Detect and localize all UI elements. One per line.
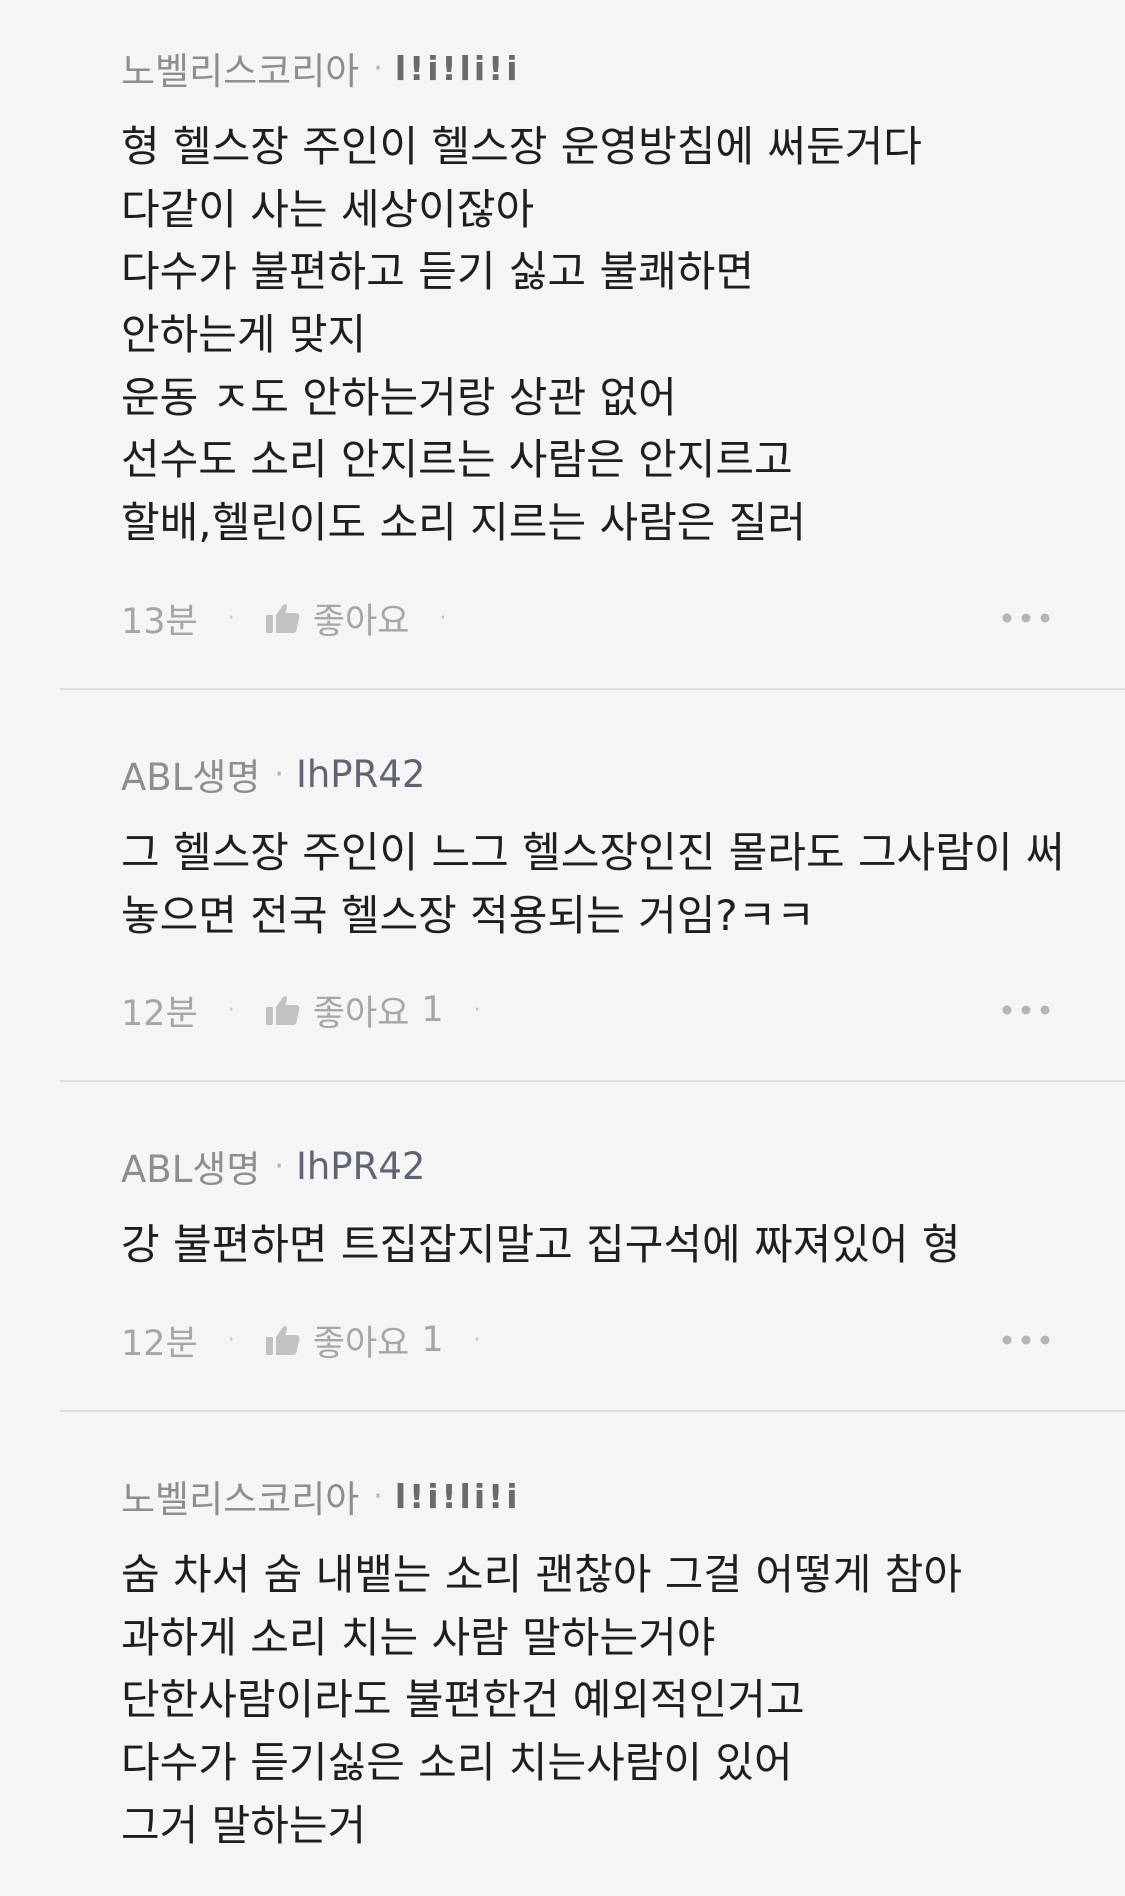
like-count: 1 bbox=[421, 990, 444, 1030]
like-button[interactable]: 좋아요 1 bbox=[265, 1315, 444, 1366]
comment-meta: 노벨리스코리아 · l!i!li!i bbox=[121, 1466, 521, 1526]
action-separator: · bbox=[473, 997, 481, 1023]
action-separator: · bbox=[227, 605, 235, 631]
like-button[interactable]: 좋아요 bbox=[265, 593, 410, 644]
comment-text-line: 그 헬스장 주인이 느그 헬스장인진 몰라도 그사람이 써 bbox=[121, 828, 1065, 877]
comment-body: 그 헬스장 주인이 느그 헬스장인진 몰라도 그사람이 써 놓으면 전국 헬스장… bbox=[121, 822, 1071, 947]
more-dots-icon bbox=[1002, 1005, 1050, 1015]
comment-author[interactable]: 노벨리스코리아 bbox=[121, 41, 359, 95]
comment-body: 숨 차서 숨 내뱉는 소리 괜찮아 그걸 어떻게 참아 과하게 소리 치는 사람… bbox=[121, 1544, 1071, 1857]
comment-text-line: 그거 말하는거 bbox=[121, 1800, 367, 1850]
like-button[interactable]: 좋아요 1 bbox=[265, 985, 444, 1036]
comment-text-line: 과하게 소리 치는 사람 말하는거야 bbox=[121, 1612, 716, 1662]
comment-timestamp: 12분 bbox=[121, 1323, 198, 1364]
more-dots-icon bbox=[1002, 1335, 1050, 1345]
action-separator: · bbox=[439, 605, 447, 631]
more-dots-icon bbox=[1002, 613, 1050, 623]
comment-actions: 12분 · 좋아요 1 · bbox=[121, 982, 1051, 1038]
comment-text-line: 단한사람이라도 불편한건 예외적인거고 bbox=[121, 1675, 805, 1725]
action-separator: · bbox=[473, 1327, 481, 1353]
comment-body: 형 헬스장 주인이 헬스장 운영방침에 써둔거다 다같이 사는 세상이잖아 다수… bbox=[121, 116, 1071, 555]
thumbs-up-icon bbox=[265, 995, 300, 1025]
thumbs-up-icon bbox=[265, 603, 300, 633]
comment-body: 강 불편하면 트집잡지말고 집구석에 짜져있어 형 bbox=[121, 1214, 1071, 1277]
meta-separator: · bbox=[373, 1478, 383, 1514]
like-label: 좋아요 bbox=[312, 1323, 410, 1364]
comment-actions: 13분 · 좋아요 · bbox=[121, 590, 1051, 646]
comment-divider bbox=[60, 688, 1125, 690]
comment-divider bbox=[60, 1080, 1125, 1082]
like-count: 1 bbox=[421, 1320, 444, 1360]
more-options-button[interactable] bbox=[1001, 982, 1051, 1038]
more-options-button[interactable] bbox=[1001, 590, 1051, 646]
comment-text-line: 놓으면 전국 헬스장 적용되는 거임?ㅋㅋ bbox=[121, 890, 815, 940]
comment-meta: 노벨리스코리아 · l!i!li!i bbox=[121, 38, 521, 98]
action-separator: · bbox=[227, 1327, 235, 1353]
comment-author[interactable]: 노벨리스코리아 bbox=[121, 1469, 359, 1523]
comment-author[interactable]: ABL생명 bbox=[121, 1139, 260, 1193]
comment-timestamp: 12분 bbox=[121, 993, 198, 1034]
action-separator: · bbox=[227, 997, 235, 1023]
like-label: 좋아요 bbox=[312, 993, 410, 1034]
comment-divider bbox=[60, 1410, 1125, 1412]
comment-user-id: IhPR42 bbox=[295, 752, 426, 796]
meta-separator: · bbox=[373, 50, 383, 86]
comment-text-line: 다같이 사는 세상이잖아 bbox=[121, 184, 535, 234]
comment-user-id: l!i!li!i bbox=[394, 48, 521, 88]
comment-text-line: 다수가 불편하고 듣기 싫고 불쾌하면 bbox=[121, 247, 755, 297]
comment-text-line: 형 헬스장 주인이 헬스장 운영방침에 써둔거다 bbox=[121, 122, 922, 171]
more-options-button[interactable] bbox=[1001, 1312, 1051, 1368]
comment-text-line: 운동 ㅈ도 안하는거랑 상관 없어 bbox=[121, 372, 677, 422]
comment-author[interactable]: ABL생명 bbox=[121, 747, 260, 801]
comment-meta: ABL생명 · IhPR42 bbox=[121, 744, 425, 804]
meta-separator: · bbox=[274, 1148, 284, 1184]
comment-text-line: 숨 차서 숨 내뱉는 소리 괜찮아 그걸 어떻게 참아 bbox=[121, 1550, 962, 1599]
comment-text-line: 할배,헬린이도 소리 지르는 사람은 질러 bbox=[121, 498, 806, 548]
thumbs-up-icon bbox=[265, 1325, 300, 1355]
comment-meta: ABL생명 · IhPR42 bbox=[121, 1136, 425, 1196]
meta-separator: · bbox=[274, 756, 284, 792]
comment-text-line: 다수가 듣기싫은 소리 치는사람이 있어 bbox=[121, 1738, 793, 1788]
comment-user-id: l!i!li!i bbox=[394, 1476, 521, 1516]
comment-actions: 12분 · 좋아요 1 · bbox=[121, 1312, 1051, 1368]
comment-timestamp: 13분 bbox=[121, 601, 198, 642]
comment-text-line: 선수도 소리 안지르는 사람은 안지르고 bbox=[121, 435, 793, 485]
like-label: 좋아요 bbox=[312, 601, 410, 642]
comment-user-id: IhPR42 bbox=[295, 1144, 426, 1188]
comment-text-line: 강 불편하면 트집잡지말고 집구석에 짜져있어 형 bbox=[121, 1220, 961, 1269]
comment-text-line: 안하는게 맞지 bbox=[121, 310, 367, 360]
